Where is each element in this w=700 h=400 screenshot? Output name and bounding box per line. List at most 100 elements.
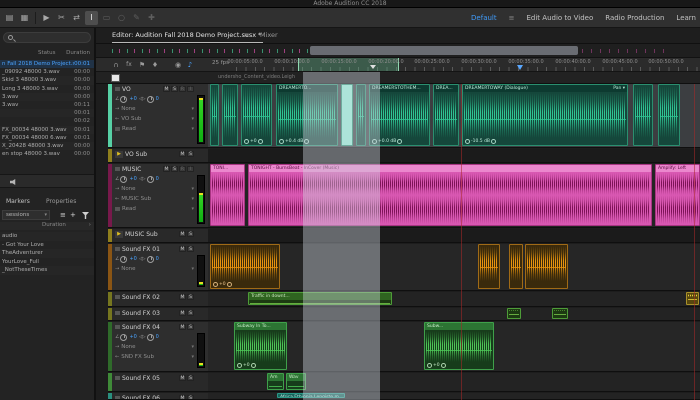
clip[interactable] [658, 84, 680, 146]
monitor-mix-icon[interactable]: ♪ [184, 60, 196, 70]
clip-volume-badge[interactable]: +0 [237, 363, 256, 368]
file-row[interactable]: 3.wav00:00 [0, 93, 94, 101]
track-header-sound-fx-03[interactable]: Sound FX 03MS [108, 308, 208, 321]
clip-volume-badge[interactable]: +0.4 dB [279, 139, 309, 144]
marker-row[interactable]: - Got Your Love [0, 241, 94, 250]
file-row[interactable]: FX_00034 48000 3.wav00:01 [0, 126, 94, 134]
automation-mode-select[interactable]: Read [122, 206, 136, 212]
file-row[interactable]: Skid 3 48000 3.wav00:00 [0, 76, 94, 84]
markers-duration-header[interactable]: Duration [42, 222, 66, 228]
workspace-default[interactable]: Default [471, 14, 497, 22]
clip-volume-badge[interactable]: -10.5 dB [465, 139, 496, 144]
clip-africa-ethiopia-lengiste-m[interactable]: Africa Ethiopia Lengiste m... [277, 393, 345, 398]
file-row[interactable]: 00:01 [0, 109, 94, 117]
track-input-select[interactable]: None [121, 344, 135, 350]
clip[interactable] [356, 84, 366, 146]
marker-row[interactable]: _NotTheseTimes [0, 266, 94, 275]
clip[interactable]: +0 [241, 84, 272, 146]
track-input-select[interactable]: None [121, 186, 135, 192]
pan-knob[interactable] [147, 96, 154, 103]
track-output-select[interactable]: MUSIC Sub [121, 196, 151, 202]
track-lane-sound-fx-06[interactable]: Africa Ethiopia Lengiste m... [208, 393, 700, 400]
tab-properties[interactable]: Properties [46, 198, 76, 205]
workspace-menu-icon[interactable]: ≡ [509, 14, 515, 22]
tab-markers[interactable]: Markers [6, 198, 30, 205]
panel-menu-icon[interactable]: ≡ [244, 31, 249, 39]
clip-volume-badge[interactable]: +0.0 dB [372, 139, 402, 144]
playhead-icon[interactable] [517, 65, 523, 70]
volume-knob[interactable] [120, 256, 127, 263]
multitrack-view[interactable]: ▦ [18, 11, 31, 25]
track-header-sound-fx-05[interactable]: Sound FX 05MS [108, 373, 208, 392]
marker-row[interactable]: YourLove_Full [0, 258, 94, 267]
clip-toni[interactable]: TONI... [210, 164, 245, 226]
pan-knob[interactable] [147, 334, 154, 341]
overview-viewport-handle[interactable] [310, 46, 578, 55]
clip-dreamertoway-dialogue[interactable]: DREAMERTOWAY (Dialogue)Pan ▾-10.5 dB [462, 84, 628, 146]
monitor-input-button[interactable]: I [187, 166, 194, 172]
track-input-select[interactable]: None [121, 106, 135, 112]
track-lane-music-sub[interactable] [208, 229, 700, 243]
solo-button[interactable]: S [187, 151, 194, 157]
mute-button[interactable]: M [179, 294, 186, 300]
marquee-selection-tool[interactable]: ▭ [100, 11, 113, 25]
mute-button[interactable]: M [163, 86, 170, 92]
track-input-select[interactable]: None [121, 266, 135, 272]
fx-rack-icon[interactable]: fx [123, 60, 135, 70]
mute-button[interactable]: M [179, 375, 186, 381]
add-marker-icon[interactable]: + [70, 211, 76, 219]
workspace-edit-audio-to-video[interactable]: Edit Audio to Video [527, 14, 594, 22]
clip[interactable]: +0 [210, 244, 280, 289]
clip[interactable] [222, 84, 238, 146]
track-output-select[interactable]: SND FX Sub [121, 354, 154, 360]
video-thumbnail[interactable] [111, 74, 120, 82]
track-lane-sound-fx-02[interactable]: Traffic in downt... [208, 292, 700, 307]
tab-editor[interactable]: Editor: Audition Fall 2018 Demo Project.… [112, 31, 261, 39]
clip[interactable] [552, 308, 568, 319]
mute-button[interactable]: M [179, 246, 186, 252]
clip-drea[interactable]: DREA... [433, 84, 459, 146]
spot-healing-tool[interactable]: ✚ [145, 11, 158, 25]
workspace-learn[interactable]: Learn [676, 14, 696, 22]
file-row[interactable]: FX_00034 48000 6.wav00:01 [0, 134, 94, 142]
waveform-view[interactable]: ▤ [3, 11, 16, 25]
track-lane-vo-sub[interactable] [208, 149, 700, 163]
time-selection-tool[interactable]: I [85, 11, 98, 25]
track-header-music-sub[interactable]: ▶MUSIC SubMS [108, 229, 208, 243]
mute-button[interactable]: M [179, 324, 186, 330]
solo-button[interactable]: S [187, 294, 194, 300]
clip-subway-in-to[interactable]: Subway In To...+0 [234, 322, 287, 370]
file-row[interactable]: Long 3 48000 3.wav00:00 [0, 85, 94, 93]
track-lane-music[interactable]: TONI...TONIGHT - BurnsBeat - InCover (Mu… [208, 164, 700, 228]
snap-icon[interactable]: ∩ [110, 60, 122, 70]
markers-filter-dropdown[interactable]: sessions [2, 210, 50, 220]
scroll-right-icon[interactable]: › [89, 222, 91, 228]
file-row[interactable]: 00:02 [0, 117, 94, 125]
track-lane-sound-fx-04[interactable]: Subway In To...+0Subw...+0 [208, 322, 700, 372]
workspace-radio-production[interactable]: Radio Production [605, 14, 664, 22]
mute-button[interactable]: M [179, 395, 186, 400]
clip-wav[interactable]: Wav [286, 373, 306, 390]
time-marker-icon[interactable] [370, 65, 376, 69]
clip-volume-badge[interactable]: +0 [244, 139, 263, 144]
clip-volume-badge[interactable]: +0 [213, 282, 232, 287]
marker-row[interactable]: TheAdventurer [0, 249, 94, 258]
solo-button[interactable]: S [187, 310, 194, 316]
move-tool[interactable]: ▶ [40, 11, 53, 25]
pan-knob[interactable] [147, 256, 154, 263]
record-arm-button[interactable]: R [179, 86, 186, 92]
record-arm-button[interactable]: R [179, 166, 186, 172]
file-row[interactable]: 3.wav00:11 [0, 101, 94, 109]
solo-button[interactable]: S [187, 246, 194, 252]
mute-button[interactable]: M [163, 166, 170, 172]
clip[interactable] [478, 244, 500, 289]
file-row[interactable]: X_20428 48000 3.wav00:00 [0, 142, 94, 150]
track-output-select[interactable]: VO Sub [121, 116, 141, 122]
track-lane-vo[interactable]: +0DREAMERTO...+0.4 dBDREAMERSTOTHEM...+0… [208, 84, 700, 148]
track-header-sound-fx-02[interactable]: Sound FX 02MS [108, 292, 208, 307]
solo-button[interactable]: S [187, 375, 194, 381]
file-row[interactable]: _09092 48000 3.wav00:00 [0, 68, 94, 76]
lasso-selection-tool[interactable]: ○ [115, 11, 128, 25]
files-search-input[interactable] [3, 32, 91, 43]
solo-button[interactable]: S [187, 231, 194, 237]
